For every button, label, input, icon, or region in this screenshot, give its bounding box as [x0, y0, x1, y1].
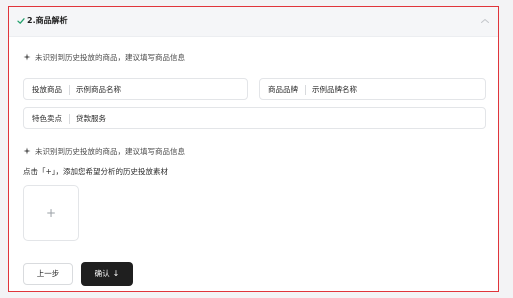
upload-button[interactable]: +: [23, 185, 79, 241]
product-label: 投放商品: [32, 85, 62, 94]
section-header[interactable]: 2.商品解析: [9, 7, 498, 37]
features-separator: [69, 114, 70, 124]
features-field[interactable]: 特色卖点 贷款服务: [23, 107, 486, 129]
previous-step-button[interactable]: 上一步: [23, 263, 73, 285]
page-frame: 2.商品解析 未识别到历史投放的商品，建议填写商品信息 投放商品 示例商品名称 …: [0, 0, 513, 298]
brand-separator: [305, 85, 306, 95]
hint-top: 未识别到历史投放的商品，建议填写商品信息: [23, 53, 185, 63]
confirm-label: 确认: [94, 269, 110, 278]
brand-value[interactable]: 示例品牌名称: [312, 85, 357, 95]
features-label: 特色卖点: [32, 114, 62, 123]
features-value[interactable]: 贷款服务: [76, 114, 106, 124]
brand-label: 商品品牌: [268, 85, 298, 94]
product-field[interactable]: 投放商品 示例商品名称: [23, 78, 248, 100]
plus-icon: +: [45, 206, 57, 220]
upload-instruction: 点击「+」，添加您希望分析的历史投放素材: [23, 167, 169, 176]
sparkle-icon: [23, 53, 31, 61]
confirm-button[interactable]: 确认 ↓: [81, 262, 133, 286]
hint-bottom: 未识别到历史投放的商品，建议填写商品信息: [23, 147, 185, 157]
sparkle-icon: [23, 147, 31, 155]
section-card: 2.商品解析 未识别到历史投放的商品，建议填写商品信息 投放商品 示例商品名称 …: [8, 6, 499, 292]
hint-top-text: 未识别到历史投放的商品，建议填写商品信息: [35, 53, 185, 62]
hint-bottom-text: 未识别到历史投放的商品，建议填写商品信息: [35, 147, 185, 156]
chevron-up-icon[interactable]: [480, 17, 490, 25]
brand-field[interactable]: 商品品牌 示例品牌名称: [259, 78, 486, 100]
section-title: 2.商品解析: [27, 16, 68, 25]
arrow-down-icon: ↓: [112, 269, 120, 278]
product-value[interactable]: 示例商品名称: [76, 85, 121, 95]
product-separator: [69, 85, 70, 95]
check-icon: [17, 18, 25, 24]
